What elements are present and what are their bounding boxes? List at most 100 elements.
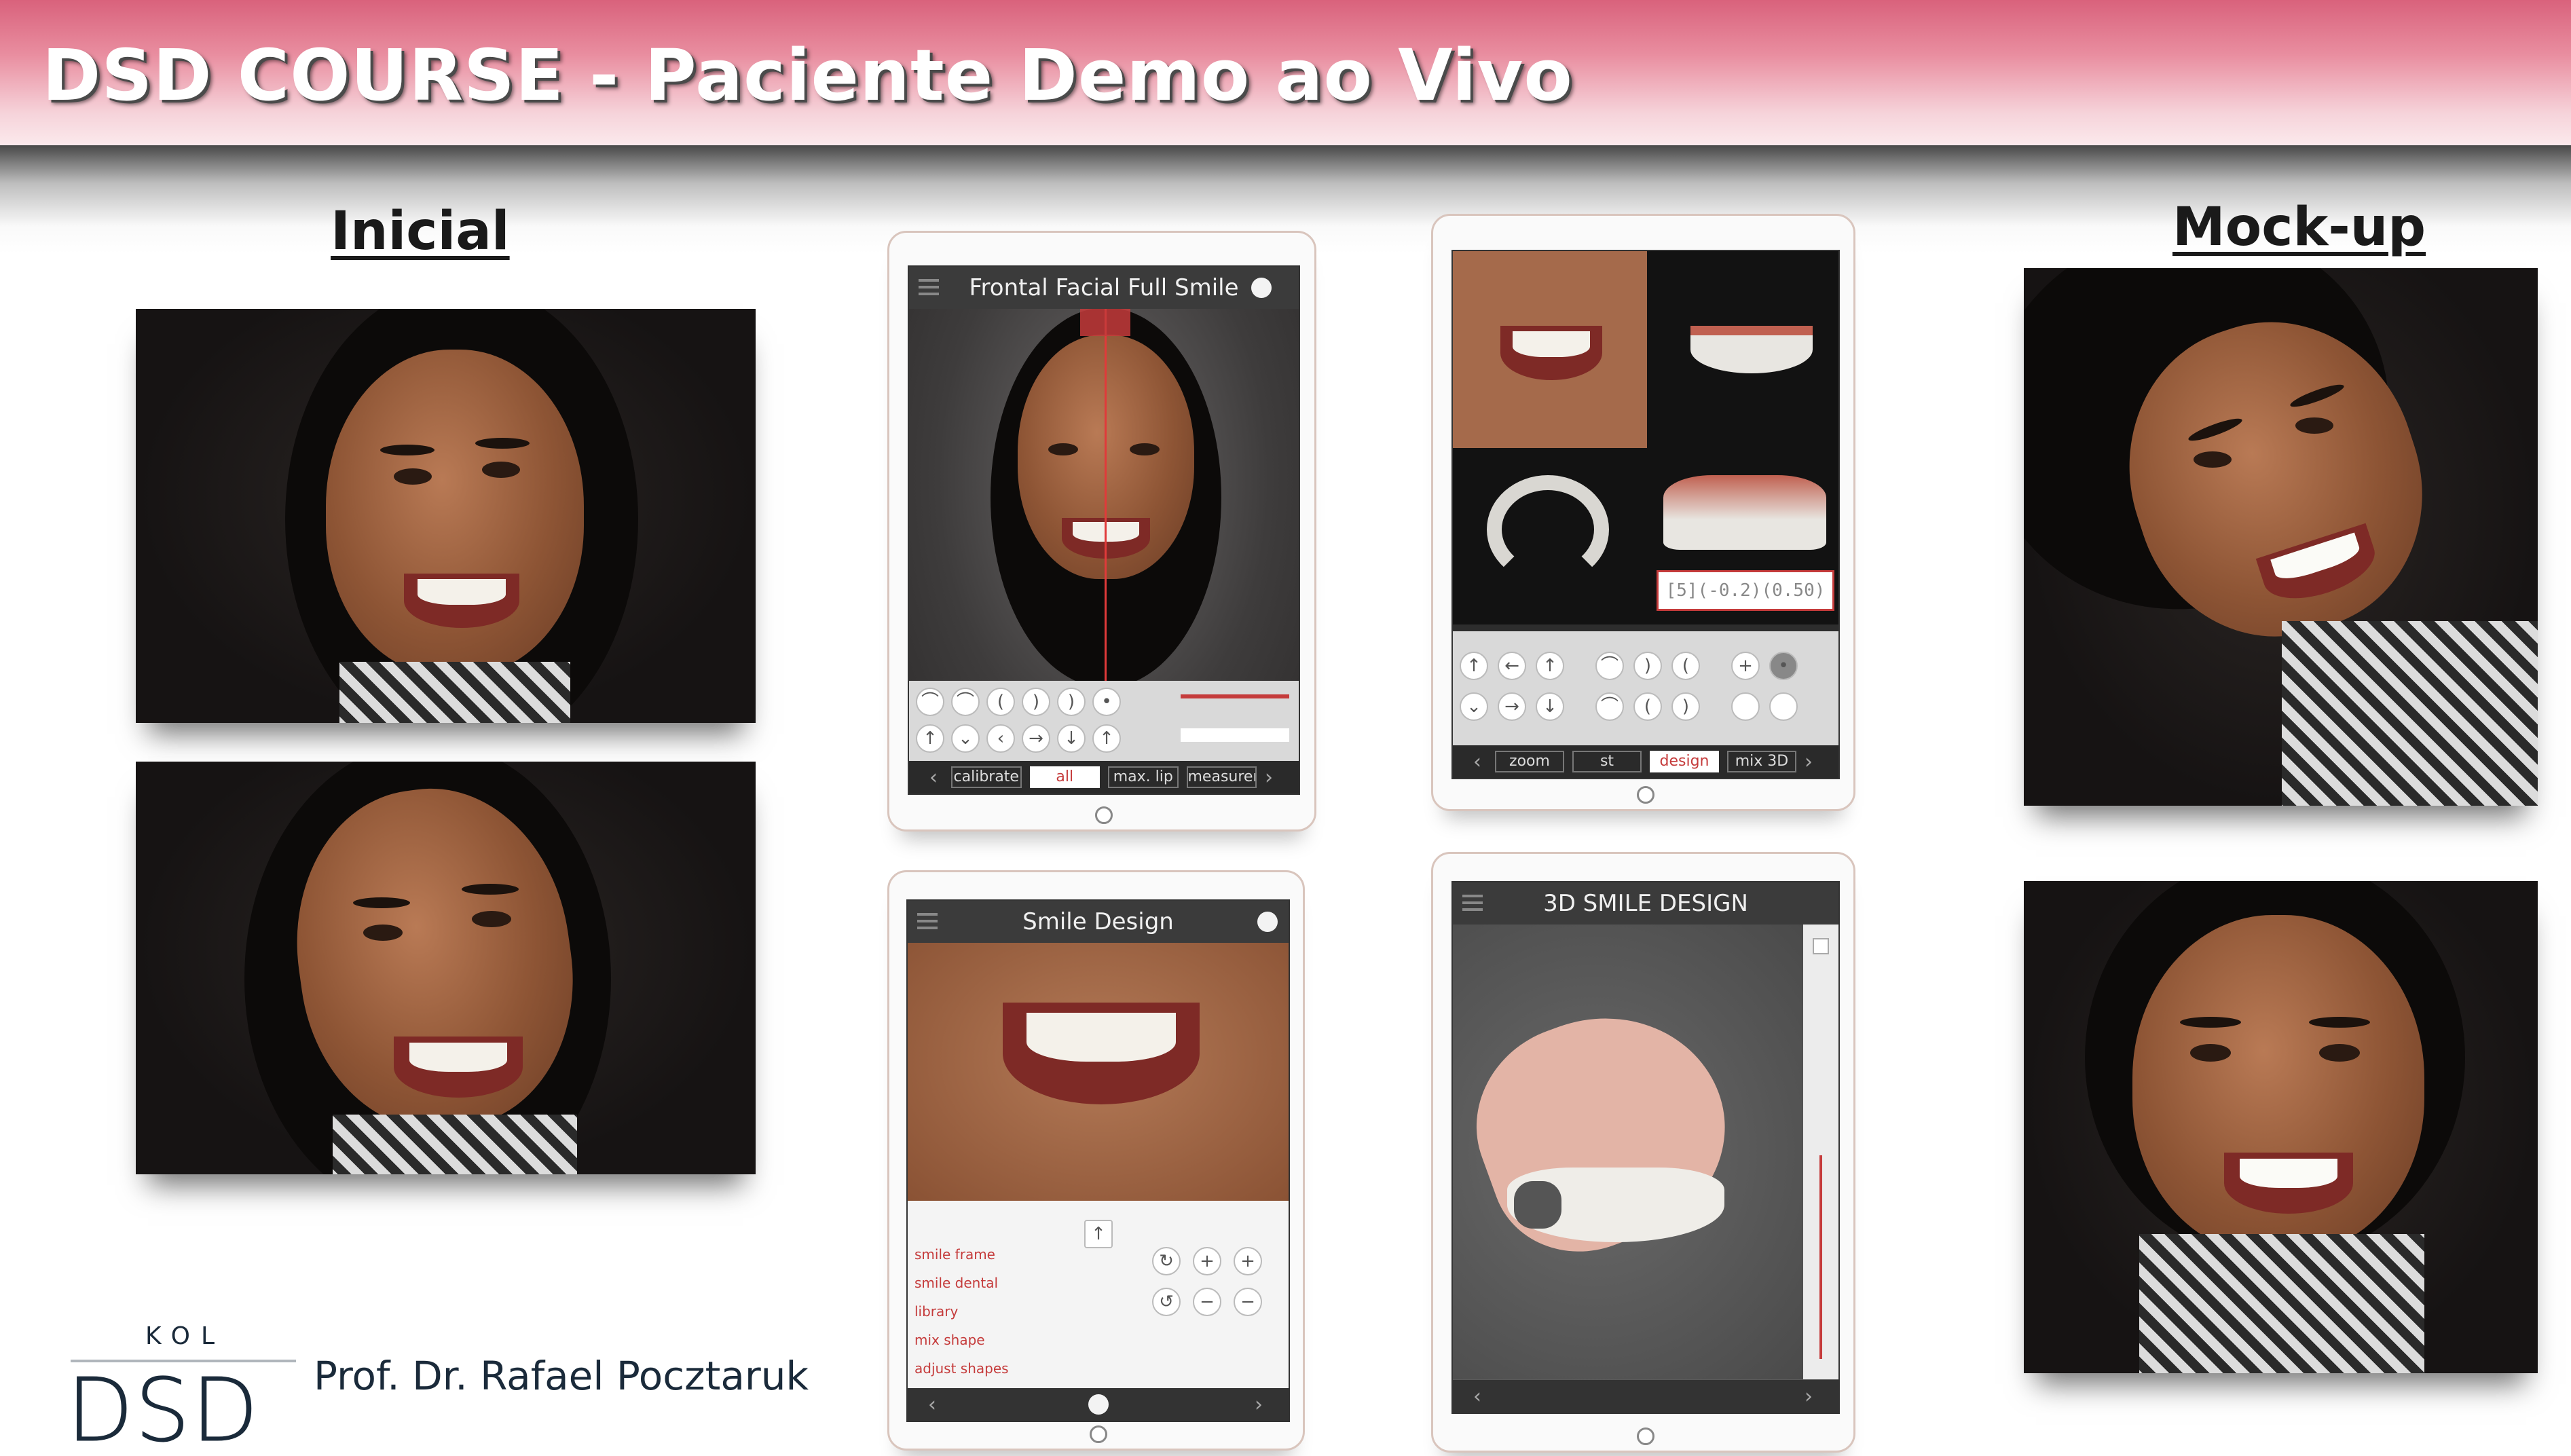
arrow-down-icon[interactable]: ↓	[1057, 724, 1086, 753]
tablet4-side-panel	[1803, 925, 1838, 1379]
tab-all[interactable]: all	[1029, 766, 1100, 788]
bracket-tool-icon[interactable]: (	[1671, 652, 1700, 680]
tablet4-screen: 3D SMILE DESIGN ‹ ›	[1451, 881, 1840, 1414]
curve-tool-icon[interactable]: ⌒	[916, 688, 944, 716]
side-item-mix-shape[interactable]: mix shape	[914, 1326, 1037, 1354]
author-name: Prof. Dr. Rafael Pocztaruk	[314, 1353, 809, 1399]
tablet2-screen: [5](-0.2)(0.50) ↑ ← ↑ ⌒ ) ( + • ⌄ → ↓ ⌒ …	[1451, 250, 1840, 779]
dot-tool-icon[interactable]: •	[1092, 688, 1121, 716]
tablet2-tools: ↑ ← ↑ ⌒ ) ( + • ⌄ → ↓ ⌒ ( )	[1453, 631, 1838, 747]
rotate-icon[interactable]: ↺	[1152, 1288, 1181, 1316]
label-mockup: Mock-up	[2172, 197, 2426, 258]
chevron-left-icon[interactable]: ‹	[1473, 1385, 1487, 1408]
chevron-down-icon[interactable]: ⌄	[1460, 692, 1488, 721]
side-item-smile-frame[interactable]: smile frame	[914, 1240, 1037, 1269]
side-item-adjust-shapes[interactable]: adjust shapes	[914, 1354, 1037, 1383]
settings-icon[interactable]	[1257, 912, 1278, 932]
option-toggle[interactable]	[1813, 938, 1829, 954]
tablet3-title: Smile Design	[908, 901, 1289, 943]
tablet1-tabbar: ‹ calibrate all max. lip measurement ›	[909, 761, 1299, 794]
tab-design[interactable]: design	[1650, 751, 1719, 772]
minus-icon[interactable]: −	[1193, 1288, 1221, 1316]
tablet4-title: 3D SMILE DESIGN	[1453, 882, 1838, 925]
transform-readout: [5](-0.2)(0.50)	[1657, 570, 1834, 611]
design-side-list: smile frame smile dental library mix sha…	[914, 1240, 1037, 1383]
record-icon[interactable]	[1088, 1394, 1109, 1415]
bracket-tool-icon[interactable]: (	[986, 688, 1015, 716]
arrow-up-icon[interactable]: ↑	[1084, 1220, 1113, 1248]
tab-measurement[interactable]: measurement	[1186, 766, 1257, 788]
chevron-right-icon[interactable]: ›	[1805, 750, 1818, 774]
arrow-up-icon[interactable]: ↑	[1536, 652, 1564, 680]
tablet1-title: Frontal Facial Full Smile	[909, 267, 1299, 309]
tablet1-screen: Frontal Facial Full Smile ⌒ ⌒ ( ) ) • ↑ …	[908, 265, 1300, 795]
circle-icon[interactable]	[1731, 692, 1760, 721]
arrow-up-icon[interactable]: ↑	[1460, 652, 1488, 680]
arrow-right-icon[interactable]: →	[1498, 692, 1526, 721]
arrow-down-icon[interactable]: ↓	[1536, 692, 1564, 721]
slider[interactable]	[1181, 694, 1289, 698]
tablet1-tools: ⌒ ⌒ ( ) ) • ↑ ⌄ ‹ → ↓ ↑	[909, 681, 1299, 762]
chevron-right-icon[interactable]: ›	[1265, 766, 1278, 789]
tablet-smile-design: Smile Design smile frame smile dental li…	[887, 870, 1305, 1451]
bracket-tool-icon[interactable]: (	[1633, 692, 1662, 721]
menu-icon[interactable]	[919, 279, 939, 295]
tablet2-tabbar: ‹ zoom st design mix 3D ›	[1453, 745, 1838, 778]
chevron-right-icon[interactable]: ›	[1805, 1385, 1818, 1408]
tab-st[interactable]: st	[1572, 751, 1642, 772]
curve-tool-icon[interactable]: ⌒	[1595, 652, 1624, 680]
tablet-frontal-facial: Frontal Facial Full Smile ⌒ ⌒ ( ) ) • ↑ …	[887, 231, 1316, 832]
plus-icon[interactable]: +	[1193, 1247, 1221, 1275]
home-button[interactable]	[1090, 1425, 1107, 1443]
chevron-down-icon[interactable]: ⌄	[951, 724, 980, 753]
minus-icon[interactable]: −	[1234, 1288, 1262, 1316]
mockup-photo-2	[2024, 881, 2538, 1373]
home-button[interactable]	[1637, 786, 1654, 804]
arrow-up-icon[interactable]: ↑	[1092, 724, 1121, 753]
chevron-left-icon[interactable]: ‹	[929, 766, 943, 789]
tablet-design-overview: [5](-0.2)(0.50) ↑ ← ↑ ⌒ ) ( + • ⌄ → ↓ ⌒ …	[1431, 214, 1855, 811]
initial-photo-1	[136, 309, 756, 723]
tab-zoom[interactable]: zoom	[1495, 751, 1564, 772]
tooth-icon[interactable]: •	[1769, 652, 1798, 680]
tablet3-bottom-bar: ‹ ›	[908, 1388, 1289, 1421]
plus-icon[interactable]: +	[1731, 652, 1760, 680]
mockup-photo-1	[2024, 268, 2538, 806]
arrow-right-icon[interactable]: →	[1022, 724, 1050, 753]
bracket-tool-icon[interactable]: )	[1057, 688, 1086, 716]
settings-icon[interactable]	[1251, 278, 1272, 298]
chevron-left-icon[interactable]: ‹	[986, 724, 1015, 753]
chevron-left-icon[interactable]: ‹	[1473, 750, 1487, 774]
arrow-left-icon[interactable]: ←	[1498, 652, 1526, 680]
side-item-dental-library[interactable]: smile dental library	[914, 1269, 1037, 1326]
initial-photo-2	[136, 762, 756, 1174]
page-title: DSD COURSE - Paciente Demo ao Vivo	[42, 34, 1573, 117]
slide: DSD COURSE - Paciente Demo ao Vivo Inici…	[0, 0, 2571, 1456]
bracket-tool-icon[interactable]: )	[1022, 688, 1050, 716]
tab-calibrate[interactable]: calibrate	[951, 766, 1022, 788]
home-button[interactable]	[1637, 1427, 1654, 1445]
toggle-row[interactable]	[1181, 728, 1289, 742]
tab-mix-3d[interactable]: mix 3D	[1727, 751, 1796, 772]
bracket-tool-icon[interactable]: )	[1671, 692, 1700, 721]
circle-icon[interactable]	[1769, 692, 1798, 721]
tablet3-screen: Smile Design smile frame smile dental li…	[906, 899, 1290, 1422]
bracket-tool-icon[interactable]: )	[1633, 652, 1662, 680]
opacity-slider[interactable]	[1819, 1155, 1822, 1359]
tablet4-bottom-bar: ‹ ›	[1453, 1380, 1838, 1413]
home-button[interactable]	[1095, 806, 1113, 824]
dsd-logo: DSD	[66, 1360, 260, 1456]
tab-max-lip[interactable]: max. lip	[1108, 766, 1179, 788]
curve-tool-icon[interactable]: ⌒	[1595, 692, 1624, 721]
menu-icon[interactable]	[1462, 895, 1483, 911]
arrow-up-icon[interactable]: ↑	[916, 724, 944, 753]
tablet-3d-smile-design: 3D SMILE DESIGN ‹ ›	[1431, 852, 1855, 1453]
label-inicial: Inicial	[331, 201, 510, 262]
curve-tool-icon[interactable]: ⌒	[951, 688, 980, 716]
plus-icon[interactable]: +	[1234, 1247, 1262, 1275]
chevron-left-icon[interactable]: ‹	[928, 1393, 942, 1417]
kol-label: KOL	[145, 1322, 226, 1350]
chevron-right-icon[interactable]: ›	[1255, 1393, 1268, 1417]
menu-icon[interactable]	[917, 913, 938, 929]
rotate-icon[interactable]: ↻	[1152, 1247, 1181, 1275]
